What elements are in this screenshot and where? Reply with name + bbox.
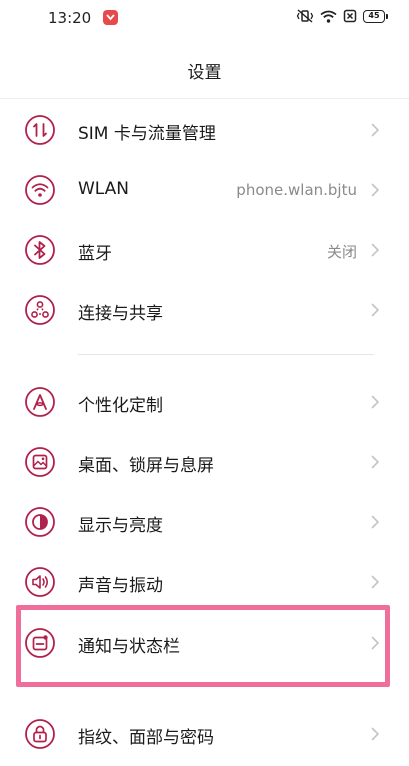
settings-item-sound[interactable]: 声音与振动 — [0, 552, 409, 612]
settings-item-label: 显示与亮度 — [78, 516, 163, 536]
wifi-icon — [25, 175, 55, 205]
settings-item-label: SIM 卡与流量管理 — [78, 124, 216, 144]
settings-item-label: 个性化定制 — [78, 396, 163, 416]
bluetooth-icon — [25, 235, 55, 265]
page-title: 设置 — [187, 63, 222, 83]
settings-item-value: 关闭 — [326, 243, 357, 261]
chevron-right-icon — [371, 123, 380, 137]
chevron-right-icon — [371, 303, 380, 317]
settings-item-connection[interactable]: 连接与共享 — [0, 280, 409, 340]
lock-icon — [25, 719, 55, 749]
chevron-right-icon — [371, 395, 380, 409]
vibrate-mute-icon — [296, 9, 314, 23]
settings-item-desktop[interactable]: 桌面、锁屏与息屏 — [0, 432, 409, 492]
wallpaper-icon — [25, 447, 55, 477]
settings-item-label: 桌面、锁屏与息屏 — [78, 456, 214, 476]
status-icons: 45 — [296, 9, 388, 23]
settings-item-personalization[interactable]: 个性化定制 — [0, 372, 409, 432]
settings-item-display[interactable]: 显示与亮度 — [0, 492, 409, 552]
settings-item-label: 声音与振动 — [78, 576, 163, 596]
group-divider — [78, 354, 374, 355]
status-time: 13:20 — [48, 9, 92, 27]
chevron-right-icon — [371, 455, 380, 469]
chevron-right-icon — [371, 183, 380, 197]
header-divider — [0, 98, 409, 99]
settings-item-bluetooth[interactable]: 蓝牙 关闭 — [0, 220, 409, 280]
highlight-box — [16, 605, 390, 687]
settings-item-label: 指纹、面部与密码 — [78, 728, 214, 748]
chevron-right-icon — [371, 243, 380, 257]
settings-item-label: 连接与共享 — [78, 304, 163, 324]
status-bar: 13:20 45 — [0, 0, 409, 34]
speaker-icon — [25, 567, 55, 597]
settings-item-label: 蓝牙 — [78, 244, 112, 264]
chevron-right-icon — [371, 575, 380, 589]
settings-item-sim[interactable]: SIM 卡与流量管理 — [0, 100, 409, 160]
settings-item-label: WLAN — [78, 179, 130, 199]
personalize-icon — [25, 387, 55, 417]
brightness-icon — [25, 507, 55, 537]
chevron-right-icon — [371, 727, 380, 741]
sim-off-icon — [343, 9, 357, 23]
battery-icon: 45 — [363, 9, 388, 23]
settings-item-value: phone.wlan.bjtu — [236, 181, 357, 199]
app-notification-icon — [103, 10, 118, 25]
chevron-right-icon — [371, 515, 380, 529]
wifi-status-icon — [320, 10, 337, 23]
settings-item-wlan[interactable]: WLAN phone.wlan.bjtu — [0, 160, 409, 220]
sim-data-icon — [25, 115, 55, 145]
share-nodes-icon — [25, 295, 55, 325]
settings-item-security[interactable]: 指纹、面部与密码 — [0, 704, 409, 764]
